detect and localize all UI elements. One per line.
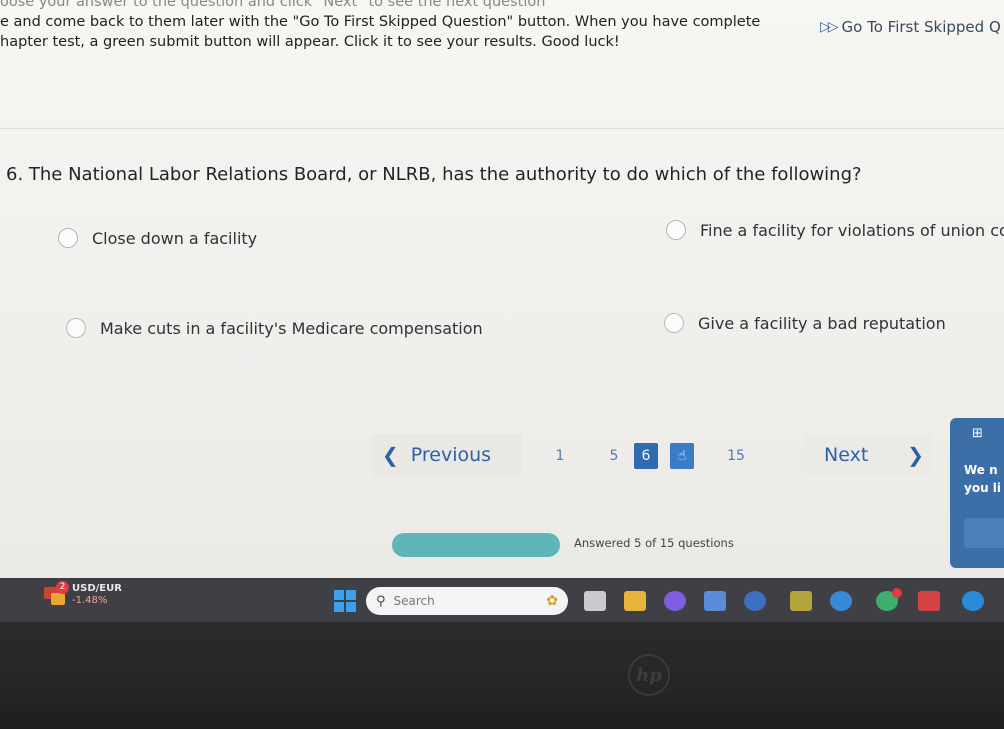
- double-chevron-right-icon: ▷▷: [820, 19, 838, 35]
- next-label: Next: [824, 444, 869, 466]
- screen: oose your answer to the question and cli…: [0, 0, 1004, 578]
- divider: [0, 128, 1004, 129]
- flower-icon: ✿: [546, 593, 558, 609]
- windows-start-icon[interactable]: [334, 590, 356, 612]
- chevron-right-icon: ❯: [907, 443, 924, 467]
- search-icon: ⚲: [376, 593, 386, 609]
- page-number-5[interactable]: 5: [602, 443, 626, 469]
- radio-button[interactable]: [58, 228, 78, 248]
- ticker-name: USD/EUR: [72, 583, 122, 594]
- folder-icon[interactable]: [624, 591, 646, 611]
- answer-option[interactable]: Close down a facility: [58, 228, 257, 248]
- notification-badge: 2: [56, 581, 69, 594]
- go-to-first-skipped-link[interactable]: ▷▷ Go To First Skipped Q: [820, 18, 1001, 36]
- feedback-widget[interactable]: ⊞ We n you li: [950, 418, 1004, 568]
- store-icon[interactable]: [790, 591, 812, 611]
- hp-app-icon[interactable]: [744, 591, 766, 611]
- radio-button[interactable]: [664, 313, 684, 333]
- instructions-line: e and come back to them later with the "…: [0, 14, 760, 30]
- hp-logo-icon: hp: [628, 654, 670, 696]
- answer-option-label: Give a facility a bad reputation: [698, 313, 946, 333]
- answer-option[interactable]: Give a facility a bad reputation: [664, 313, 946, 333]
- feedback-line: We n: [964, 463, 998, 477]
- instructions-line: oose your answer to the question and cli…: [0, 0, 546, 10]
- feedback-line: you li: [964, 481, 1002, 495]
- browser-icon[interactable]: [962, 591, 984, 611]
- copilot-icon[interactable]: [664, 591, 686, 611]
- file-icon[interactable]: [584, 591, 606, 611]
- feedback-button[interactable]: [964, 518, 1004, 548]
- taskbar: 2 USD/EUR -1.48% ⚲ Search ✿: [0, 578, 1004, 622]
- edge-icon[interactable]: [830, 591, 852, 611]
- page-number-15[interactable]: 15: [724, 443, 748, 469]
- skip-link-label: Go To First Skipped Q: [841, 18, 1001, 36]
- page-number-7[interactable]: ☝: [670, 443, 694, 469]
- answer-option[interactable]: Fine a facility for violations of union …: [666, 220, 1004, 240]
- alert-dot-icon: [892, 588, 902, 598]
- ticker-text: USD/EUR -1.48%: [72, 583, 122, 607]
- answer-option[interactable]: Make cuts in a facility's Medicare compe…: [66, 318, 483, 338]
- feedback-text: We n you li: [964, 461, 1004, 497]
- previous-label: Previous: [410, 444, 492, 466]
- next-button[interactable]: Next ❯: [802, 434, 932, 476]
- progress-bar: [392, 533, 560, 557]
- page-number-current[interactable]: 6: [634, 443, 658, 469]
- chevron-left-icon: ❮: [382, 443, 399, 467]
- feedback-icon: ⊞: [972, 426, 983, 441]
- question-text: 6. The National Labor Relations Board, o…: [6, 164, 862, 185]
- ticker-change: -1.48%: [72, 595, 108, 606]
- pager: ❮ Previous 1 5 6 ☝ 15 Next ❯: [372, 434, 932, 476]
- answer-option-label: Fine a facility for violations of union …: [700, 220, 1004, 240]
- laptop-bezel: [0, 622, 1004, 729]
- answer-option-label: Close down a facility: [92, 228, 258, 248]
- radio-button[interactable]: [666, 220, 686, 240]
- taskbar-search[interactable]: ⚲ Search ✿: [366, 587, 568, 615]
- radio-button[interactable]: [66, 318, 86, 338]
- previous-button[interactable]: ❮ Previous: [372, 434, 522, 476]
- teams-icon[interactable]: [704, 591, 726, 611]
- answer-option-label: Make cuts in a facility's Medicare compe…: [100, 318, 483, 338]
- search-placeholder: Search: [393, 594, 435, 608]
- currency-flag-icon: 2: [44, 581, 69, 605]
- progress-text: Answered 5 of 15 questions: [574, 536, 734, 550]
- weather-ticker-widget[interactable]: 2 USD/EUR -1.48%: [44, 581, 122, 607]
- page-number-1[interactable]: 1: [548, 443, 572, 469]
- app-icon[interactable]: [918, 591, 940, 611]
- instructions: oose your answer to the question and cli…: [0, 0, 760, 52]
- instructions-line: hapter test, a green submit button will …: [0, 34, 620, 50]
